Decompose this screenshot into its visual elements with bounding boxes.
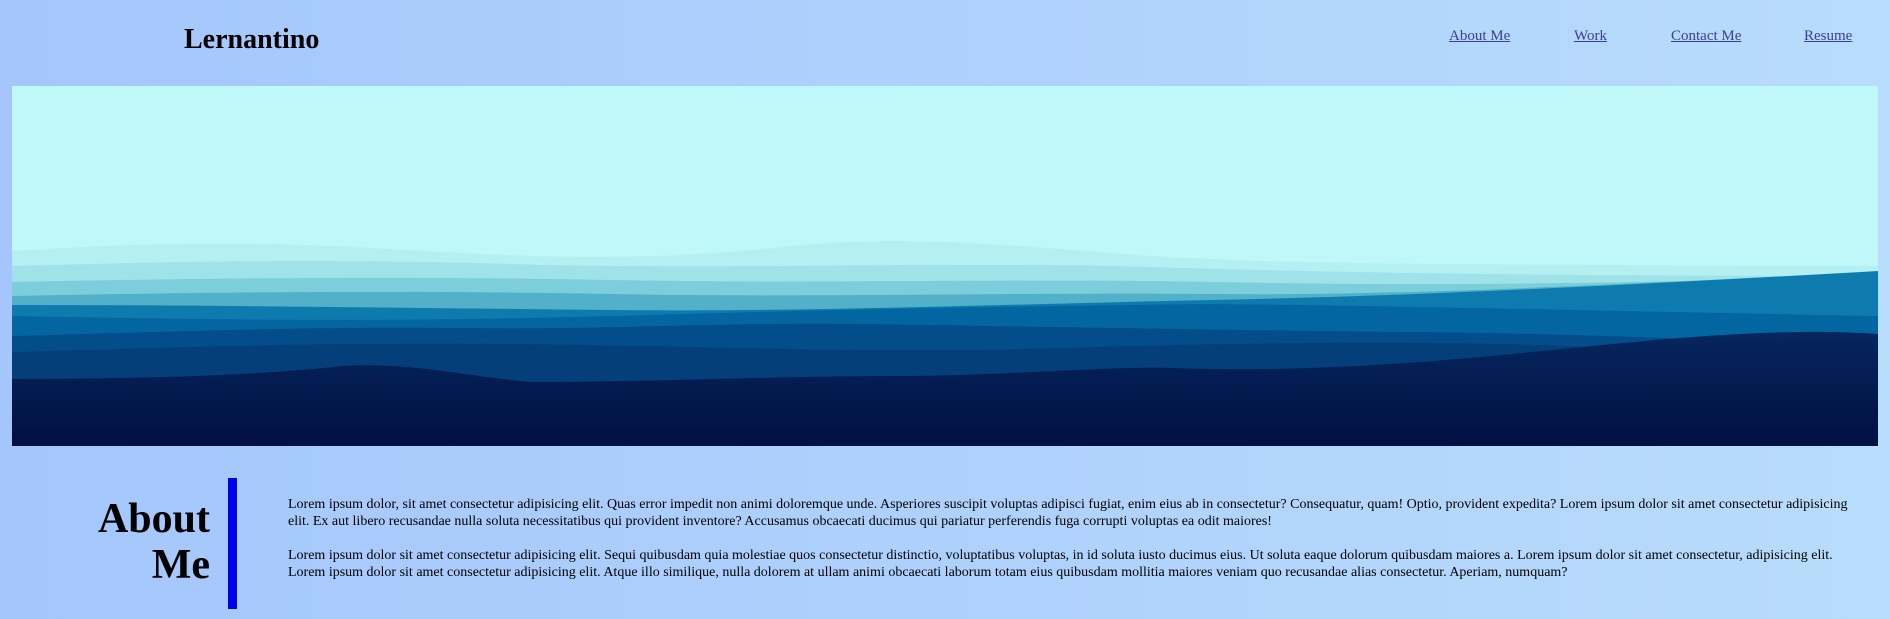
- about-me-section: About Me Lorem ipsum dolor, sit amet con…: [0, 478, 1890, 619]
- about-me-body: Lorem ipsum dolor, sit amet consectetur …: [288, 496, 1848, 598]
- about-paragraph-2: Lorem ipsum dolor sit amet consectetur a…: [288, 548, 1833, 580]
- about-heading-line-2: Me: [151, 542, 210, 588]
- hero-banner: [12, 86, 1878, 446]
- about-accent-bar: [228, 478, 237, 609]
- hero-waves-illustration: [12, 86, 1878, 446]
- about-heading-line-1: About: [97, 496, 210, 542]
- nav-link-about-me[interactable]: About Me: [1449, 26, 1510, 46]
- nav-link-work[interactable]: Work: [1574, 26, 1607, 46]
- nav-link-resume[interactable]: Resume: [1804, 26, 1852, 46]
- site-header: Lernantino About Me Work Contact Me Resu…: [0, 0, 1890, 86]
- about-paragraph-1: Lorem ipsum dolor, sit amet consectetur …: [288, 497, 1848, 529]
- about-me-heading: About Me: [60, 496, 210, 588]
- main-nav: About Me Work Contact Me Resume: [0, 26, 1890, 46]
- nav-link-contact-me[interactable]: Contact Me: [1671, 26, 1741, 46]
